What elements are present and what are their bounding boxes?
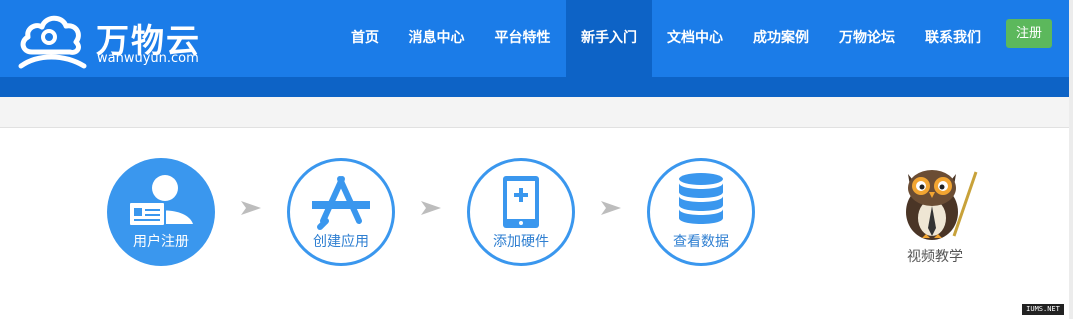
video-tutorial-link[interactable]: 视频教学 — [896, 160, 980, 270]
nav-messages[interactable]: 消息中心 — [394, 0, 479, 77]
step-view-data[interactable]: 查看数据 — [647, 158, 755, 266]
nav-features[interactable]: 平台特性 — [479, 0, 566, 77]
main-nav: 首页 消息中心 平台特性 新手入门 文档中心 成功案例 万物论坛 联系我们 — [336, 0, 996, 77]
nav-docs[interactable]: 文档中心 — [652, 0, 738, 77]
step-add-hardware[interactable]: 添加硬件 — [467, 158, 575, 266]
header-sub-band — [0, 77, 1073, 97]
video-label: 视频教学 — [907, 249, 963, 265]
site-logo[interactable]: 万物云 wanwuyun.com — [18, 8, 218, 70]
breadcrumb-strip — [0, 97, 1073, 128]
cloud-logo-icon — [18, 15, 87, 69]
step-label: 添加硬件 — [493, 234, 549, 250]
scrollbar-edge[interactable] — [1069, 0, 1073, 319]
step-label: 用户注册 — [133, 234, 189, 250]
nav-home[interactable]: 首页 — [336, 0, 394, 77]
arrow-right-icon — [421, 201, 441, 215]
step-label: 查看数据 — [673, 234, 729, 250]
register-button[interactable]: 注册 — [1006, 19, 1052, 48]
nav-getting-started[interactable]: 新手入门 — [566, 0, 652, 77]
nav-contact[interactable]: 联系我们 — [910, 0, 996, 77]
brand-subtitle: wanwuyun.com — [97, 51, 199, 66]
arrow-right-icon — [601, 201, 621, 215]
arrow-right-icon — [241, 201, 261, 215]
owl-teacher-icon — [906, 170, 978, 240]
step-user-register[interactable]: 用户注册 — [107, 158, 215, 266]
nav-forum[interactable]: 万物论坛 — [824, 0, 910, 77]
nav-cases[interactable]: 成功案例 — [738, 0, 824, 77]
watermark: IUMS.NET — [1022, 304, 1064, 315]
step-label: 创建应用 — [313, 234, 369, 250]
step-create-app[interactable]: 创建应用 — [287, 158, 395, 266]
